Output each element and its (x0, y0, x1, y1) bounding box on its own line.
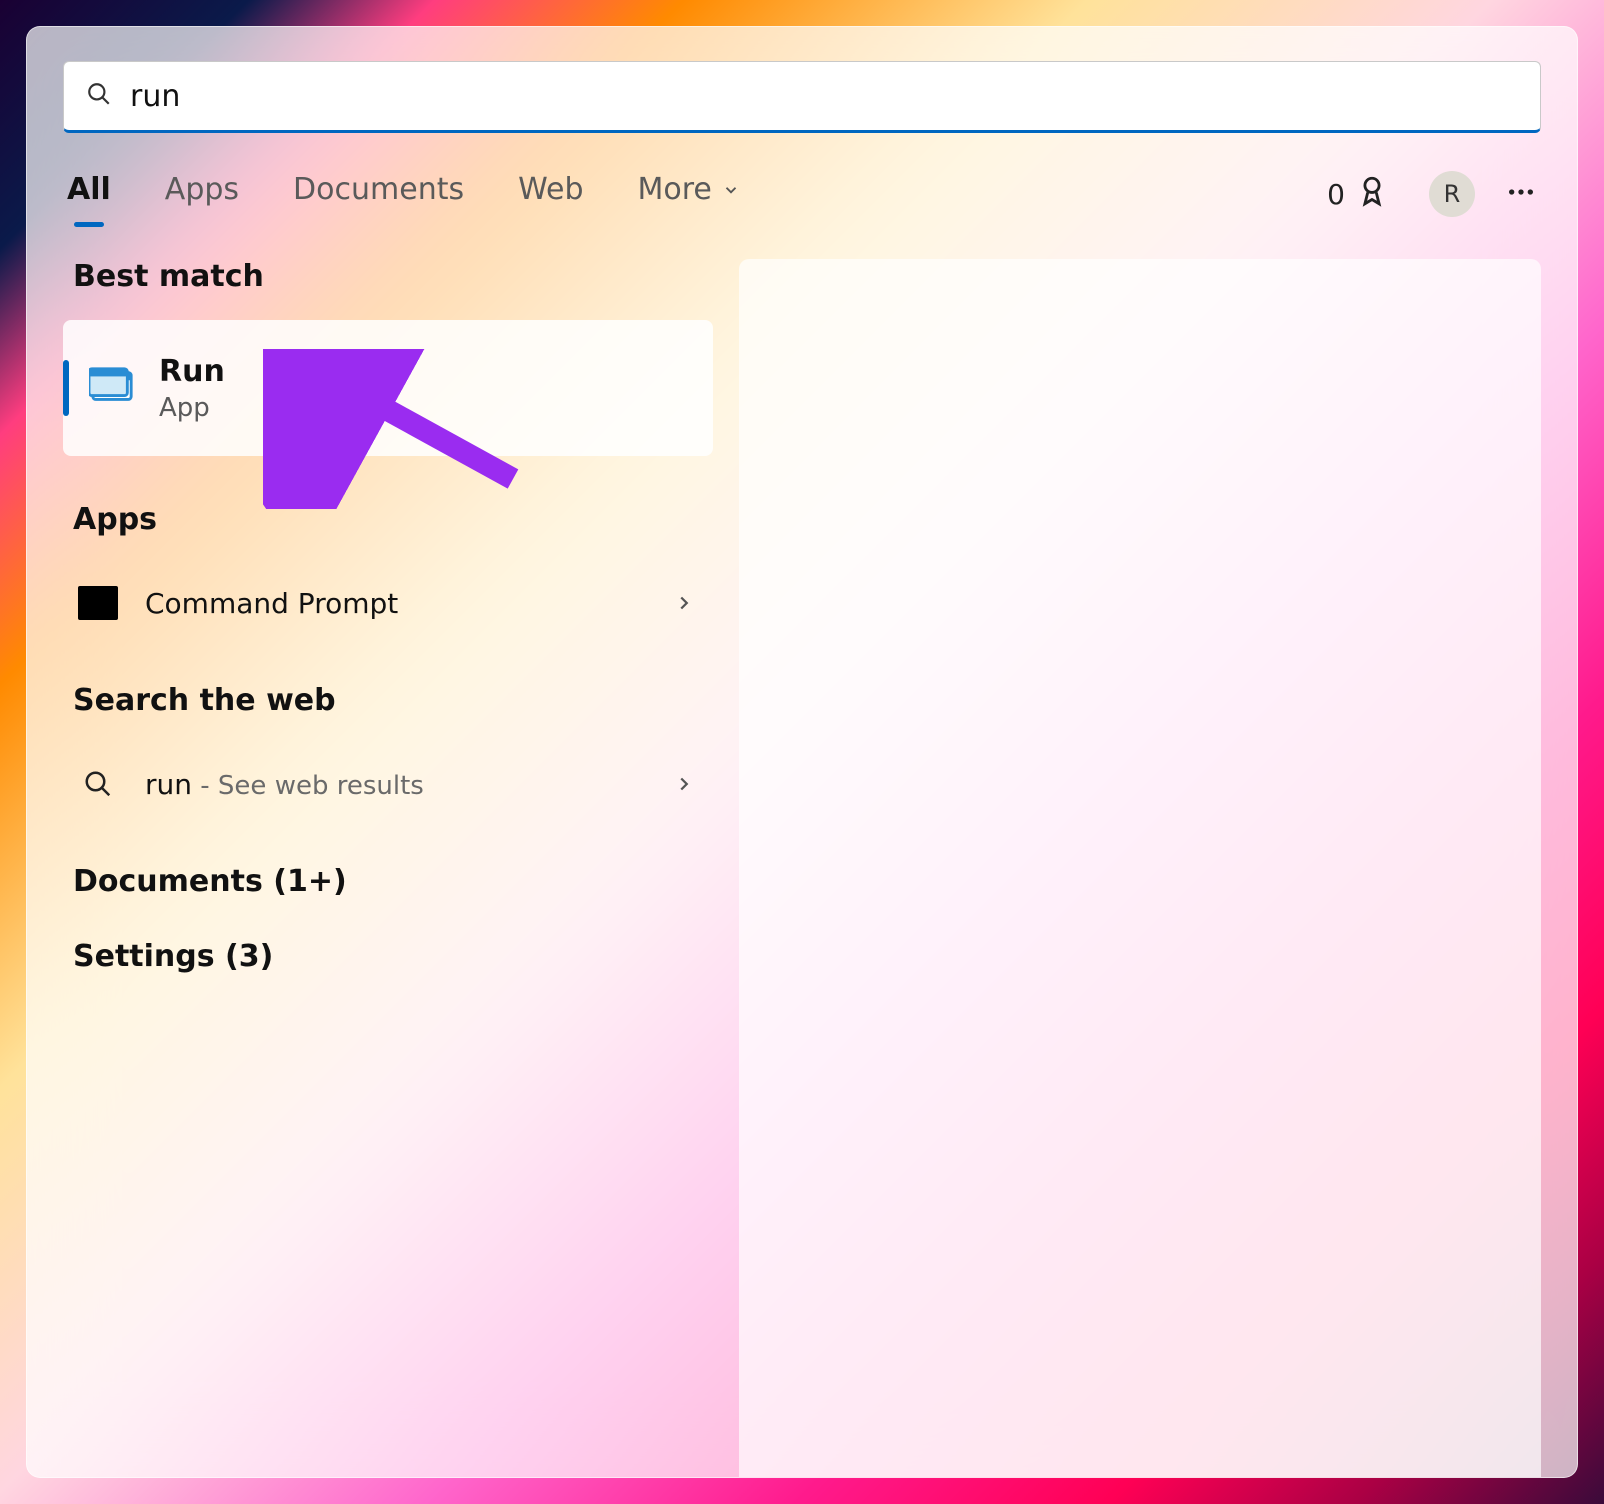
search-bar[interactable] (63, 61, 1541, 133)
section-settings[interactable]: Settings (3) (73, 939, 713, 974)
section-documents[interactable]: Documents (1+) (73, 864, 713, 899)
chevron-right-icon (673, 773, 695, 795)
tab-web[interactable]: Web (518, 172, 583, 217)
tab-all[interactable]: All (67, 172, 111, 217)
ellipsis-icon (1505, 193, 1537, 212)
result-web-search[interactable]: run - See web results (63, 744, 713, 824)
result-run-app[interactable]: Run App (63, 320, 713, 456)
section-web: Search the web (73, 683, 713, 718)
results-area: Best match Run App (63, 259, 1541, 1477)
tab-more[interactable]: More (638, 172, 740, 217)
chevron-right-icon (673, 592, 695, 614)
result-run-title: Run (159, 354, 225, 389)
section-best-match: Best match (73, 259, 713, 294)
web-suffix: - See web results (192, 771, 424, 801)
tab-documents[interactable]: Documents (293, 172, 464, 217)
web-query: run (145, 768, 192, 801)
search-icon (86, 81, 112, 111)
tab-more-label: More (638, 172, 712, 207)
filter-tabs: All Apps Documents Web More 0 R (63, 171, 1541, 217)
search-window: All Apps Documents Web More 0 R (26, 26, 1578, 1478)
preview-pane (739, 259, 1541, 1477)
section-apps: Apps (73, 502, 713, 537)
result-web-label: run - See web results (145, 768, 424, 801)
web-search-icon (75, 764, 121, 804)
result-run-text: Run App (159, 354, 225, 423)
result-run-subtitle: App (159, 393, 225, 423)
result-command-prompt[interactable]: Command Prompt (63, 563, 713, 643)
chevron-down-icon (722, 172, 740, 207)
medal-icon (1355, 174, 1389, 215)
rewards-points[interactable]: 0 (1327, 174, 1389, 215)
rewards-value: 0 (1327, 178, 1345, 211)
user-avatar[interactable]: R (1429, 171, 1475, 217)
tab-apps[interactable]: Apps (165, 172, 239, 217)
more-options-button[interactable] (1505, 176, 1537, 212)
run-app-icon (63, 366, 159, 410)
command-prompt-icon (75, 583, 121, 623)
result-command-prompt-label: Command Prompt (145, 587, 398, 620)
search-input[interactable] (130, 79, 1518, 114)
avatar-initial: R (1444, 180, 1461, 208)
results-list: Best match Run App (63, 259, 713, 1477)
